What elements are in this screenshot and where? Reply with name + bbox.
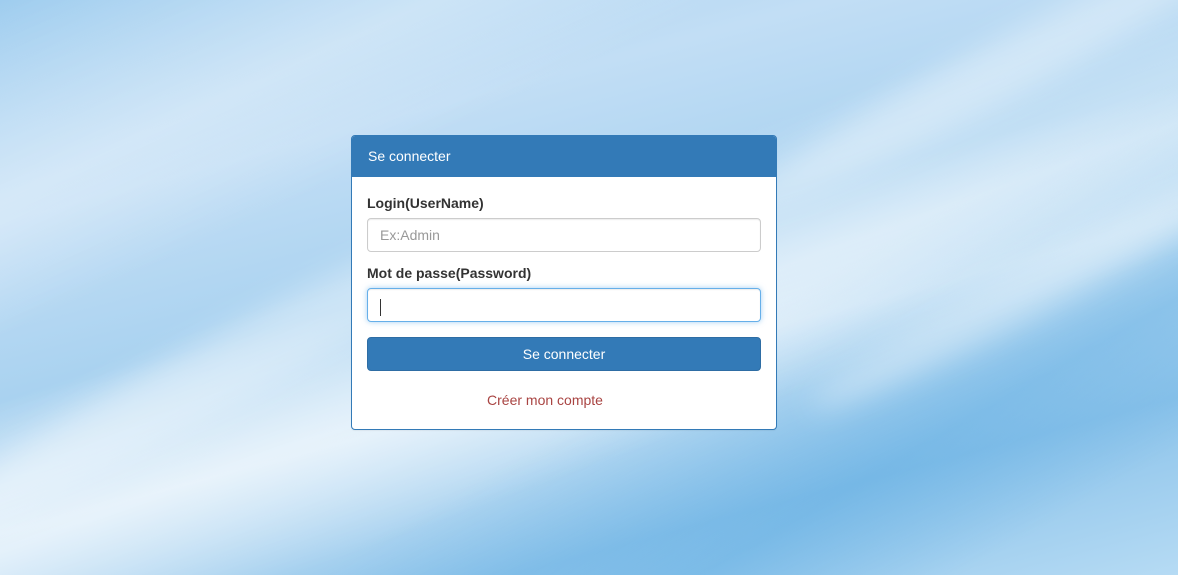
create-account-link[interactable]: Créer mon compte — [367, 392, 723, 408]
login-panel: Se connecter Login(UserName) Mot de pass… — [351, 135, 777, 430]
login-form: Login(UserName) Mot de passe(Password) S… — [352, 177, 776, 408]
username-label: Login(UserName) — [367, 195, 484, 211]
background-streak — [798, 140, 1178, 430]
background-streak — [721, 0, 1178, 238]
text-cursor — [380, 299, 381, 316]
password-input[interactable] — [367, 288, 761, 322]
login-button[interactable]: Se connecter — [367, 337, 761, 371]
username-input[interactable] — [367, 218, 761, 252]
password-label: Mot de passe(Password) — [367, 265, 532, 281]
panel-title: Se connecter — [352, 136, 776, 177]
